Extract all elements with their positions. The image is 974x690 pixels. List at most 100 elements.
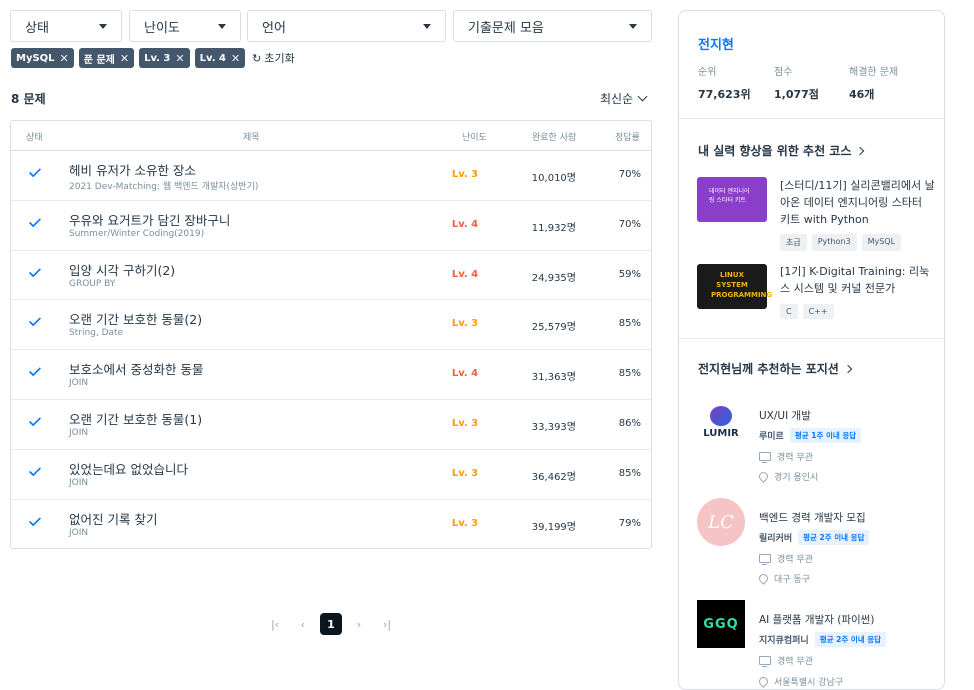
- job-company: 루미르 평균 1주 이내 응답: [759, 428, 862, 443]
- close-icon[interactable]: ✕: [231, 52, 240, 65]
- level-filter-dropdown[interactable]: 난이도: [129, 10, 241, 42]
- stat-value: 46개: [849, 88, 875, 101]
- col-done: 완료한 사람: [532, 133, 577, 143]
- job-title: AI 플랫폼 개발자 (파이썬): [759, 614, 875, 626]
- problem-rate: 70%: [618, 218, 641, 230]
- career-text: 경력 무관: [777, 555, 813, 565]
- sort-dropdown[interactable]: 최신순: [600, 90, 648, 107]
- close-icon[interactable]: ✕: [60, 52, 69, 65]
- close-icon[interactable]: ✕: [120, 52, 129, 65]
- tag: MySQL: [861, 234, 902, 251]
- problem-title[interactable]: 입양 시각 구하기(2): [69, 260, 175, 279]
- job-card[interactable]: LC 백엔드 경력 개발자 모집 릴리커버 평균 2주 이내 응답 경력 무관 대…: [697, 498, 937, 585]
- problem-done-count: 36,462명: [531, 471, 576, 483]
- job-title: UX/UI 개발: [759, 410, 811, 422]
- problem-title[interactable]: 우유와 요거트가 담긴 장바구니: [69, 210, 230, 229]
- company-logo: GGQ: [697, 600, 745, 648]
- problem-level: Lv. 3: [451, 417, 479, 429]
- problem-subtitle: JOIN: [69, 527, 89, 538]
- status-filter-dropdown[interactable]: 상태: [10, 10, 122, 42]
- filter-chip[interactable]: Lv. 3 ✕: [139, 48, 190, 68]
- reset-filters-button[interactable]: ↻ 초기화: [252, 50, 295, 66]
- chevron-right-icon: [843, 364, 853, 373]
- problem-title[interactable]: 보호소에서 중성화한 동물: [69, 359, 203, 378]
- table-row[interactable]: 없어진 기록 찾기 JOIN Lv. 3 39,199명 79%: [11, 500, 651, 550]
- job-card[interactable]: LUMIR UX/UI 개발 루미르 평균 1주 이내 응답 경력 무관 경기 용…: [697, 398, 937, 483]
- problem-done-count: 10,010명: [531, 173, 576, 184]
- prev-page-icon[interactable]: ‹: [292, 613, 314, 635]
- table-row[interactable]: 오랜 기간 보호한 동물(1) JOIN Lv. 3 33,393명 86%: [11, 400, 651, 450]
- table-row[interactable]: 오랜 기간 보호한 동물(2) String, Date Lv. 3 25,579명 8…: [11, 300, 651, 351]
- refresh-icon: ↻: [252, 51, 262, 65]
- filter-chip[interactable]: 푼 문제 ✕: [78, 48, 135, 68]
- table-row[interactable]: 있었는데요 없었습니다 JOIN Lv. 3 36,462명 85%: [11, 450, 651, 500]
- language-filter-dropdown[interactable]: 언어: [247, 10, 446, 42]
- collection-filter-dropdown[interactable]: 기출문제 모음: [453, 10, 652, 42]
- last-page-icon[interactable]: ›|: [376, 613, 398, 635]
- sort-label: 최신순: [600, 92, 634, 106]
- user-name[interactable]: 전지현: [698, 34, 734, 53]
- response-badge: 평균 1주 이내 응답: [789, 428, 862, 443]
- problem-level: Lv. 4: [451, 268, 479, 280]
- jobs-section-title[interactable]: 전지현님께 추천하는 포지션: [698, 360, 853, 377]
- caret-down-icon: [99, 23, 107, 29]
- company-logo: LC: [697, 498, 745, 546]
- dropdown-label: 난이도: [144, 20, 180, 36]
- next-page-icon[interactable]: ›: [348, 613, 370, 635]
- problem-title[interactable]: 없어진 기록 찾기: [69, 509, 157, 528]
- active-filter-chips: MySQL ✕ 푼 문제 ✕ Lv. 3 ✕ Lv. 4 ✕ ↻ 초기화: [11, 48, 295, 68]
- stat-label: 점수: [774, 67, 793, 78]
- first-page-icon[interactable]: |‹: [264, 613, 286, 635]
- check-icon: [29, 317, 41, 327]
- job-career: 경력 무관: [759, 654, 813, 668]
- job-company: 지지큐컴퍼니 평균 2주 이내 응답: [759, 632, 887, 647]
- location-pin-icon: [757, 470, 770, 483]
- problem-level: Lv. 3: [451, 467, 479, 479]
- check-icon: [29, 467, 41, 476]
- course-card[interactable]: 데이터 엔지니어링 스타터 키트 [스터디/11기] 실리콘밸리에서 날아온 데…: [697, 177, 937, 251]
- check-icon: [29, 267, 41, 277]
- table-row[interactable]: 헤비 유저가 소유한 장소 2021 Dev-Matching: 웹 백엔드 개발…: [11, 151, 651, 201]
- job-career: 경력 무관: [759, 450, 813, 464]
- response-badge: 평균 2주 이내 응답: [798, 530, 870, 545]
- sidebar: 전지현 순위 77,623위 점수 1,077점 해결한 문제 46개 내 실력 향상…: [678, 10, 945, 690]
- course-thumbnail: 데이터 엔지니어링 스타터 키트: [697, 177, 767, 222]
- page-button-current[interactable]: 1: [320, 613, 342, 635]
- location-text: 경기 용인시: [774, 473, 819, 483]
- dropdown-label: 상태: [25, 20, 49, 36]
- monitor-icon: [759, 452, 771, 464]
- problem-rate: 70%: [618, 169, 641, 180]
- courses-section-title[interactable]: 내 실력 향상을 위한 추천 코스: [698, 142, 865, 159]
- job-card[interactable]: GGQ AI 플랫폼 개발자 (파이썬) 지지큐컴퍼니 평균 2주 이내 응답 경…: [697, 600, 937, 688]
- course-card[interactable]: LINUX SYSTEM PROGRAMMING [1기] K-Digital …: [697, 263, 937, 323]
- job-location: 대구 동구: [757, 572, 810, 585]
- problem-title[interactable]: 오랜 기간 보호한 동물(2): [69, 309, 202, 328]
- logo-text: LC: [708, 511, 734, 533]
- caret-down-icon: [218, 23, 226, 29]
- thumbnail-text: 데이터 엔지니어링 스타터 키트: [709, 188, 750, 204]
- problem-done-count: 39,199명: [531, 521, 576, 533]
- problem-title[interactable]: 헤비 유저가 소유한 장소: [69, 160, 196, 179]
- logo-text: GGQ: [703, 616, 739, 632]
- course-title: [1기] K-Digital Training: 리눅스 시스템 및 커널 전문…: [780, 265, 930, 295]
- score-stat: 점수 1,077점: [774, 63, 819, 102]
- job-company: 릴리커버 평균 2주 이내 응답: [759, 530, 870, 545]
- problem-level: Lv. 3: [451, 318, 479, 330]
- table-row[interactable]: 우유와 요거트가 담긴 장바구니 Summer/Winter Coding(201…: [11, 201, 651, 251]
- problem-subtitle: JOIN: [69, 477, 89, 488]
- table-header: 상태 제목 난이도 완료한 사람 정답률: [11, 121, 651, 151]
- course-tags: 초급 Python3 MySQL: [780, 234, 902, 251]
- chevron-down-icon: [637, 91, 648, 102]
- filter-chip[interactable]: MySQL ✕: [11, 48, 74, 68]
- location-text: 대구 동구: [774, 575, 810, 585]
- table-row[interactable]: 입양 시각 구하기(2) GROUP BY Lv. 4 24,935명 59%: [11, 251, 651, 301]
- problem-title[interactable]: 오랜 기간 보호한 동물(1): [69, 409, 202, 428]
- filter-chip[interactable]: Lv. 4 ✕: [194, 48, 246, 68]
- problem-title[interactable]: 있었는데요 없었습니다: [69, 459, 188, 478]
- problem-done-count: 33,393명: [531, 421, 576, 433]
- problem-level: Lv. 4: [451, 368, 479, 380]
- problem-level: Lv. 4: [451, 218, 479, 230]
- table-row[interactable]: 보호소에서 중성화한 동물 JOIN Lv. 4 31,363명 85%: [11, 350, 651, 400]
- close-icon[interactable]: ✕: [175, 52, 184, 65]
- thumbnail-text: LINUX SYSTEM PROGRAMMING: [711, 271, 773, 299]
